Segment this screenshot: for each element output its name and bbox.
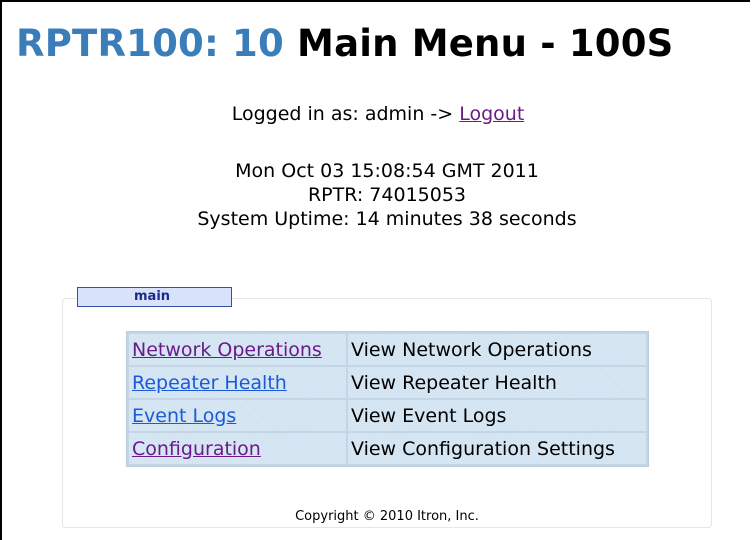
event-logs-desc: View Event Logs xyxy=(348,400,646,431)
configuration-desc: View Configuration Settings xyxy=(348,433,646,464)
copyright-text: Copyright © 2010 Itron, Inc. xyxy=(295,509,479,524)
repeater-health-desc: View Repeater Health xyxy=(348,367,646,398)
table-row: Configuration View Configuration Setting… xyxy=(129,433,646,464)
rptr-id: RPTR: 74015053 xyxy=(307,184,467,206)
repeater-health-link[interactable]: Repeater Health xyxy=(132,372,287,394)
network-operations-link[interactable]: Network Operations xyxy=(132,339,322,361)
current-datetime: Mon Oct 03 15:08:54 GMT 2011 xyxy=(235,160,539,182)
system-info: Mon Oct 03 15:08:54 GMT 2011 RPTR: 74015… xyxy=(2,159,750,231)
network-operations-desc: View Network Operations xyxy=(348,334,646,365)
event-logs-link[interactable]: Event Logs xyxy=(132,405,236,427)
page-frame: RPTR100: 10 Main Menu - 100S Logged in a… xyxy=(0,0,750,540)
configuration-link[interactable]: Configuration xyxy=(132,438,261,460)
logout-link[interactable]: Logout xyxy=(459,103,524,125)
table-row: Network Operations View Network Operatio… xyxy=(129,334,646,365)
logged-in-text: Logged in as: admin -> xyxy=(231,103,454,125)
table-row: Repeater Health View Repeater Health xyxy=(129,367,646,398)
page-title: RPTR100: 10 Main Menu - 100S xyxy=(16,22,674,66)
login-status: Logged in as: admin -> Logout xyxy=(2,102,750,126)
system-uptime: System Uptime: 14 minutes 38 seconds xyxy=(197,208,577,230)
table-row: Event Logs View Event Logs xyxy=(129,400,646,431)
menu-table: Network Operations View Network Operatio… xyxy=(126,331,649,467)
tab-main[interactable]: main xyxy=(77,287,232,307)
menu-title: Main Menu - 100S xyxy=(297,22,674,65)
device-name: RPTR100: 10 xyxy=(16,22,284,65)
